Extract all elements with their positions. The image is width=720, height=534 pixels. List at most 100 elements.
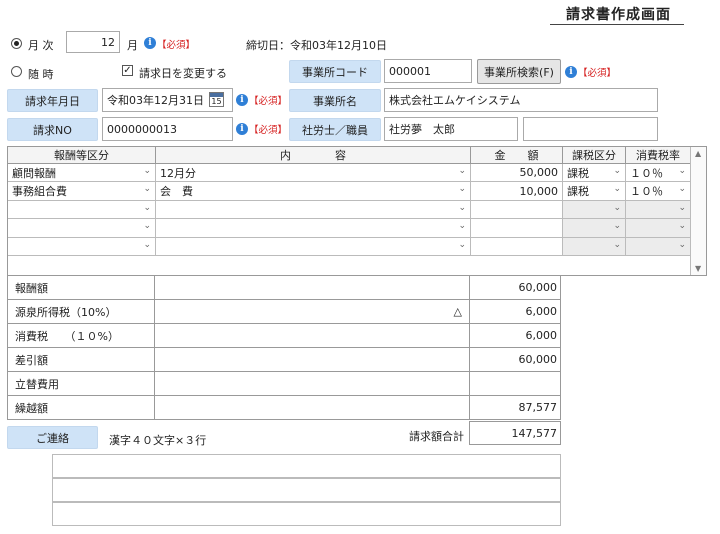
- withholding-mark: △: [155, 300, 470, 324]
- table-cell-tax-rate[interactable]: ⌄: [626, 200, 691, 220]
- table-cell-content[interactable]: ⌄: [156, 200, 471, 220]
- advance-value[interactable]: [469, 372, 561, 396]
- monthly-radio[interactable]: [11, 38, 22, 49]
- invoice-no-label: 請求NO: [7, 118, 98, 141]
- scroll-down-icon[interactable]: ▼: [695, 264, 701, 273]
- chevron-down-icon[interactable]: ⌄: [143, 184, 151, 194]
- chevron-down-icon[interactable]: ⌄: [143, 166, 151, 176]
- chevron-down-icon[interactable]: ⌄: [458, 203, 466, 213]
- chevron-down-icon[interactable]: ⌄: [678, 221, 686, 231]
- office-name-input[interactable]: 株式会社エムケイシステム: [384, 88, 658, 112]
- table-cell-content[interactable]: ⌄: [156, 219, 471, 238]
- calendar-icon[interactable]: 15: [209, 92, 224, 107]
- table-cell-tax-type[interactable]: ⌄: [563, 219, 626, 238]
- month-input[interactable]: 12: [66, 31, 120, 53]
- office-search-button[interactable]: 事業所検索(F): [477, 59, 561, 84]
- chevron-down-icon[interactable]: ⌄: [143, 240, 151, 250]
- chevron-down-icon[interactable]: ⌄: [613, 221, 621, 231]
- withholding-value: 6,000: [469, 300, 561, 324]
- contact-line-1[interactable]: [52, 454, 561, 478]
- total-label: 請求額合計: [409, 430, 464, 443]
- col-header-amount: 金 額: [471, 147, 563, 164]
- fee-label: 報酬額: [7, 276, 155, 300]
- table-cell-tax-type[interactable]: 課税 ⌄: [563, 164, 626, 183]
- table-cell-amount[interactable]: [471, 200, 563, 220]
- contact-hint: 漢字４０文字×３行: [109, 434, 207, 447]
- chevron-down-icon[interactable]: ⌄: [458, 166, 466, 176]
- chevron-down-icon[interactable]: ⌄: [678, 203, 686, 213]
- cell-value: 会 費: [160, 185, 193, 199]
- col-header-content: 内 容: [156, 147, 471, 164]
- table-cell-amount[interactable]: 10,000: [471, 182, 563, 201]
- office-name-label: 事業所名: [289, 89, 381, 112]
- table-cell-tax-rate[interactable]: ⌄: [626, 219, 691, 238]
- carryover-value: 87,577: [469, 396, 561, 420]
- table-cell-content[interactable]: 会 費 ⌄: [156, 182, 471, 201]
- cell-value: 顧問報酬: [12, 166, 56, 180]
- chevron-down-icon[interactable]: ⌄: [613, 166, 621, 176]
- chevron-down-icon[interactable]: ⌄: [458, 221, 466, 231]
- col-header-tax-type: 課税区分: [563, 147, 626, 164]
- table-cell-category[interactable]: ⌄: [8, 219, 156, 238]
- chevron-down-icon[interactable]: ⌄: [613, 184, 621, 194]
- contact-line-2[interactable]: [52, 478, 561, 502]
- anytime-radio[interactable]: [11, 66, 22, 77]
- balance-label: 差引額: [7, 348, 155, 372]
- table-cell-amount[interactable]: 50,000: [471, 164, 563, 183]
- cell-value: 課税: [567, 185, 589, 199]
- table-cell-tax-rate[interactable]: １０％ ⌄: [626, 182, 691, 201]
- chevron-down-icon[interactable]: ⌄: [458, 184, 466, 194]
- page-title: 請求書作成画面: [566, 7, 671, 23]
- table-cell-amount[interactable]: [471, 219, 563, 238]
- table-cell-category[interactable]: ⌄: [8, 200, 156, 220]
- chevron-down-icon[interactable]: ⌄: [678, 166, 686, 176]
- col-header-tax-rate: 消費税率: [626, 147, 691, 164]
- table-cell-tax-type[interactable]: 課税 ⌄: [563, 182, 626, 201]
- chevron-down-icon[interactable]: ⌄: [143, 221, 151, 231]
- withholding-label: 源泉所得税（10%）: [7, 300, 155, 324]
- cell-value: 10,000: [519, 184, 559, 198]
- balance-middle: [155, 348, 470, 372]
- chevron-down-icon[interactable]: ⌄: [613, 203, 621, 213]
- table-cell-amount[interactable]: [471, 237, 563, 256]
- info-icon[interactable]: i: [565, 66, 577, 78]
- staff-input[interactable]: 社労夢 太郎: [384, 117, 518, 141]
- contact-line-3[interactable]: [52, 502, 561, 526]
- staff-extra-input[interactable]: [523, 117, 658, 141]
- office-code-input[interactable]: 000001: [384, 59, 472, 83]
- cell-value: １０％: [630, 166, 663, 180]
- table-cell-category[interactable]: 顧問報酬 ⌄: [8, 164, 156, 183]
- info-icon[interactable]: i: [144, 37, 156, 49]
- staff-label: 社労士／職員: [289, 118, 381, 141]
- balance-value: 60,000: [469, 348, 561, 372]
- info-icon[interactable]: i: [236, 94, 248, 106]
- fee-value: 60,000: [469, 276, 561, 300]
- carryover-middle: [155, 396, 470, 420]
- table-cell-category[interactable]: 事務組合費 ⌄: [8, 182, 156, 201]
- chevron-down-icon[interactable]: ⌄: [678, 240, 686, 250]
- chevron-down-icon[interactable]: ⌄: [143, 203, 151, 213]
- table-cell-tax-rate[interactable]: １０％ ⌄: [626, 164, 691, 183]
- chevron-down-icon[interactable]: ⌄: [613, 240, 621, 250]
- advance-label: 立替費用: [7, 372, 155, 396]
- table-cell-tax-rate[interactable]: ⌄: [626, 237, 691, 256]
- table-cell-category[interactable]: ⌄: [8, 237, 156, 256]
- table-cell-tax-type[interactable]: ⌄: [563, 237, 626, 256]
- table-scrollbar[interactable]: ▲ ▼: [690, 147, 706, 275]
- cell-value: １０％: [630, 185, 663, 199]
- office-code-label: 事業所コード: [289, 60, 381, 83]
- table-cell-content[interactable]: 12月分 ⌄: [156, 164, 471, 183]
- change-date-checkbox[interactable]: ✓: [122, 65, 133, 76]
- month-unit: 月: [127, 39, 138, 52]
- chevron-down-icon[interactable]: ⌄: [678, 184, 686, 194]
- chevron-down-icon[interactable]: ⌄: [458, 240, 466, 250]
- advance-middle: [155, 372, 470, 396]
- scroll-up-icon[interactable]: ▲: [695, 149, 701, 158]
- invoice-no-input[interactable]: 0000000013: [102, 117, 233, 141]
- table-cell-content[interactable]: ⌄: [156, 237, 471, 256]
- required-badge: 【必須】: [249, 125, 288, 136]
- table-cell-tax-type[interactable]: ⌄: [563, 200, 626, 220]
- info-icon[interactable]: i: [236, 123, 248, 135]
- calendar-day: 15: [211, 97, 222, 106]
- monthly-label: 月 次: [28, 39, 54, 52]
